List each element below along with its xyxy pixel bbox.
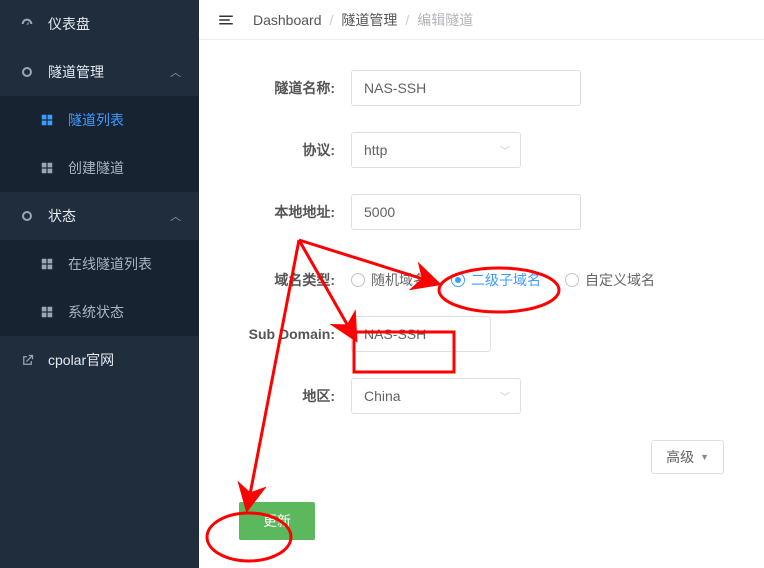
protocol-select[interactable]: http ﹀ <box>351 132 521 168</box>
sidebar-item-tunnel-list[interactable]: 隧道列表 <box>0 96 199 144</box>
update-label: 更新 <box>263 513 291 529</box>
external-link-icon <box>18 353 36 368</box>
sidebar-label-tunnel-list: 隧道列表 <box>68 110 124 130</box>
chevron-down-icon: ﹀ <box>500 143 510 158</box>
sidebar-label-external-site: cpolar官网 <box>48 350 114 370</box>
sidebar-label-status-system: 系统状态 <box>68 302 124 322</box>
annotation-overlay <box>199 40 764 568</box>
protocol-value: http <box>364 142 387 158</box>
radio-random-domain[interactable]: 随机域名 <box>351 270 427 290</box>
radio-sub-domain[interactable]: 二级子域名 <box>451 270 541 290</box>
hamburger-icon[interactable] <box>217 11 235 29</box>
label-protocol: 协议: <box>239 140 335 160</box>
chevron-down-icon: ﹀ <box>500 389 510 404</box>
sidebar-label-tunnel-create: 创建隧道 <box>68 158 124 178</box>
radio-label-sub: 二级子域名 <box>471 270 541 290</box>
sidebar-label-status-group: 状态 <box>48 206 76 226</box>
breadcrumb-dashboard[interactable]: Dashboard <box>253 12 322 28</box>
radio-icon <box>351 273 365 287</box>
circle-icon <box>18 64 36 80</box>
radio-custom-domain[interactable]: 自定义域名 <box>565 270 655 290</box>
breadcrumb-sep: / <box>405 12 409 28</box>
local-addr-input[interactable] <box>351 194 581 230</box>
label-region: 地区: <box>239 386 335 406</box>
region-select[interactable]: China ﹀ <box>351 378 521 414</box>
gauge-icon <box>18 16 36 32</box>
sidebar-item-dashboard[interactable]: 仪表盘 <box>0 0 199 48</box>
domain-type-radio-group: 随机域名 二级子域名 自定义域名 <box>351 270 655 290</box>
chevron-up-icon: ︿ <box>170 208 181 224</box>
label-domain-type: 域名类型: <box>239 270 335 290</box>
breadcrumb: Dashboard / 隧道管理 / 编辑隧道 <box>253 10 473 30</box>
label-sub-domain: Sub Domain: <box>239 326 335 342</box>
circle-icon <box>18 208 36 224</box>
chevron-up-icon: ︿ <box>170 64 181 80</box>
update-button[interactable]: 更新 <box>239 502 315 540</box>
advanced-button[interactable]: 高级 ▼ <box>651 440 724 474</box>
radio-icon <box>451 273 465 287</box>
advanced-label: 高级 <box>666 447 694 467</box>
label-tunnel-name: 隧道名称: <box>239 78 335 98</box>
sidebar-label-tunnel-group: 隧道管理 <box>48 62 104 82</box>
label-local-addr: 本地地址: <box>239 202 335 222</box>
breadcrumb-sep: / <box>330 12 334 28</box>
radio-label-random: 随机域名 <box>371 270 427 290</box>
grid-icon <box>38 113 56 127</box>
breadcrumb-tunnel-mgmt[interactable]: 隧道管理 <box>341 10 397 30</box>
sub-domain-input[interactable] <box>351 316 491 352</box>
grid-icon <box>38 305 56 319</box>
tunnel-name-input[interactable] <box>351 70 581 106</box>
sidebar-item-tunnel-group[interactable]: 隧道管理 ︿ <box>0 48 199 96</box>
sidebar-item-status-system[interactable]: 系统状态 <box>0 288 199 336</box>
grid-icon <box>38 161 56 175</box>
topbar: Dashboard / 隧道管理 / 编辑隧道 <box>199 0 764 40</box>
main-panel: Dashboard / 隧道管理 / 编辑隧道 隧道名称: 协议: http ﹀… <box>199 0 764 568</box>
sidebar-item-external-site[interactable]: cpolar官网 <box>0 336 199 384</box>
sidebar-label-status-online: 在线隧道列表 <box>68 254 152 274</box>
sidebar-item-status-group[interactable]: 状态 ︿ <box>0 192 199 240</box>
sidebar: 仪表盘 隧道管理 ︿ 隧道列表 创建隧道 状态 ︿ <box>0 0 199 568</box>
sidebar-label-dashboard: 仪表盘 <box>48 14 90 34</box>
sidebar-item-status-online[interactable]: 在线隧道列表 <box>0 240 199 288</box>
breadcrumb-current: 编辑隧道 <box>417 10 473 30</box>
sidebar-item-tunnel-create[interactable]: 创建隧道 <box>0 144 199 192</box>
caret-down-icon: ▼ <box>700 452 709 462</box>
radio-icon <box>565 273 579 287</box>
form-area: 隧道名称: 协议: http ﹀ 本地地址: 域名类型: 随 <box>199 40 764 568</box>
grid-icon <box>38 257 56 271</box>
region-value: China <box>364 388 401 404</box>
radio-label-custom: 自定义域名 <box>585 270 655 290</box>
